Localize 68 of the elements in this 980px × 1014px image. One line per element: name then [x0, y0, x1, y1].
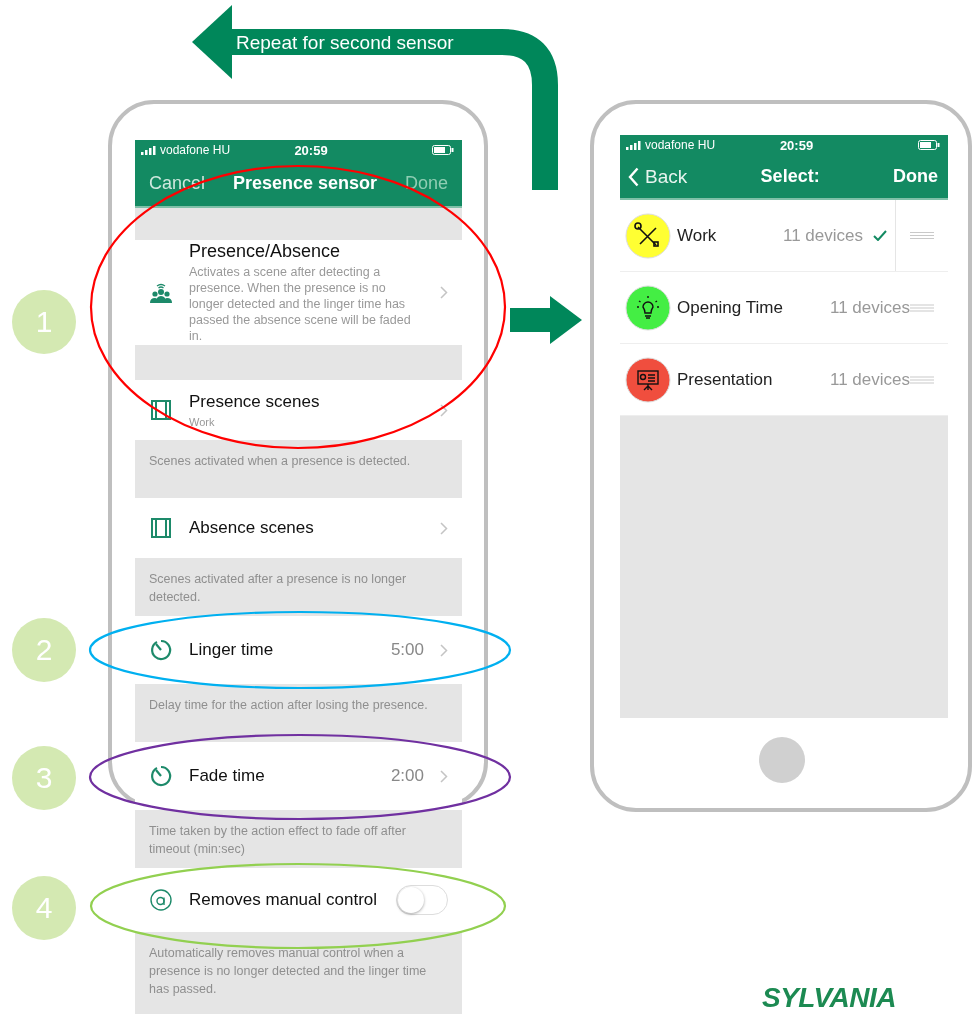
row-title: Presence/Absence [189, 241, 342, 262]
toggle-switch[interactable] [396, 885, 448, 915]
row-title: Fade time [189, 766, 266, 786]
section-footer-text: Time taken by the action effect to fade off after timeout (min:sec) [148, 823, 407, 858]
chevron-icon [440, 286, 448, 299]
back-chevron-icon [628, 166, 639, 187]
back-button[interactable]: Back [628, 165, 688, 188]
settings-row[interactable]: Presence/Absence Activates a scene after detecting a presence. When the presence is no longer detected and the linger time has passed the absence scene will be faded in. [135, 240, 462, 345]
easel-icon [625, 356, 671, 403]
screen-title: Presence sensor [232, 172, 378, 194]
signal-icon [141, 145, 157, 155]
chevron-icon [440, 769, 448, 783]
carrier-label: vodafone HU [645, 138, 716, 152]
settings-row[interactable]: Removes manual control [135, 868, 462, 932]
scene-list-item[interactable]: Opening Time 11 devices [620, 272, 948, 344]
clock-time: 20:59 [779, 137, 814, 153]
section-footer-text: Delay time for the action after losing the presence. [148, 697, 429, 714]
carrier-label: vodafone HU [160, 143, 231, 157]
row-title: Removes manual control [189, 890, 379, 910]
time-value: 5:00 [390, 640, 424, 660]
screen-title: Select: [760, 166, 820, 187]
tools-icon [625, 212, 671, 259]
checkmark-icon [873, 230, 887, 241]
device-count: 11 devices [783, 225, 863, 246]
device-count: 11 devices [830, 369, 910, 390]
drag-handle-icon[interactable] [895, 200, 934, 271]
time-value: 2:00 [390, 766, 424, 786]
step-number: 4 [12, 876, 76, 940]
chevron-icon [440, 643, 448, 657]
settings-row[interactable]: Presence scenes Work [135, 380, 462, 440]
device-count: 11 devices [830, 297, 910, 318]
step-number: 2 [12, 618, 76, 682]
done-button[interactable]: Done [893, 166, 938, 187]
scene-list-item[interactable]: Presentation 11 devices [620, 344, 948, 416]
row-title: Absence scenes [189, 518, 315, 538]
film-icon [149, 516, 173, 540]
chevron-icon [440, 403, 448, 417]
at-sign-icon [149, 888, 173, 912]
arrow-label: Repeat for second sensor [236, 32, 454, 54]
brand-logo: SYLVANIA [762, 982, 896, 1014]
signal-icon [626, 140, 642, 150]
drag-handle-icon[interactable] [910, 375, 934, 384]
clock-time: 20:59 [294, 142, 328, 158]
scene-name: Presentation [677, 369, 774, 390]
step-number: 1 [12, 290, 76, 354]
row-title: Presence scenes [189, 392, 321, 412]
battery-icon [432, 145, 454, 155]
scene-name: Work [677, 225, 718, 246]
section-footer-text: Scenes activated after a presence is no longer detected. [148, 571, 408, 606]
film-icon [149, 398, 173, 422]
settings-row[interactable]: Absence scenes [135, 498, 462, 558]
section-footer-text: Scenes activated when a presence is detected. [148, 453, 412, 470]
scene-list-item[interactable]: Work 11 devices [620, 200, 948, 272]
home-button[interactable] [759, 737, 805, 783]
row-description: Activates a scene after detecting a presence. When the presence is no longer detected and the linger time has passed the absence scene will be faded in. [189, 264, 412, 344]
step-number: 3 [12, 746, 76, 810]
chevron-icon [440, 521, 448, 535]
drag-handle-icon[interactable] [910, 303, 934, 312]
section-footer-text: Automatically removes manual control when a presence is no longer detected and the linger time has passed. [148, 945, 428, 998]
scene-name: Opening Time [677, 297, 784, 318]
settings-row[interactable]: Linger time 5:00 [135, 616, 462, 684]
row-title: Linger time [189, 640, 275, 660]
lightbulb-icon [625, 284, 671, 331]
battery-icon [918, 140, 940, 150]
timer-icon [149, 638, 173, 662]
timer-icon [149, 764, 173, 788]
settings-row[interactable]: Fade time 2:00 [135, 742, 462, 810]
row-subtitle: Work [189, 416, 216, 428]
